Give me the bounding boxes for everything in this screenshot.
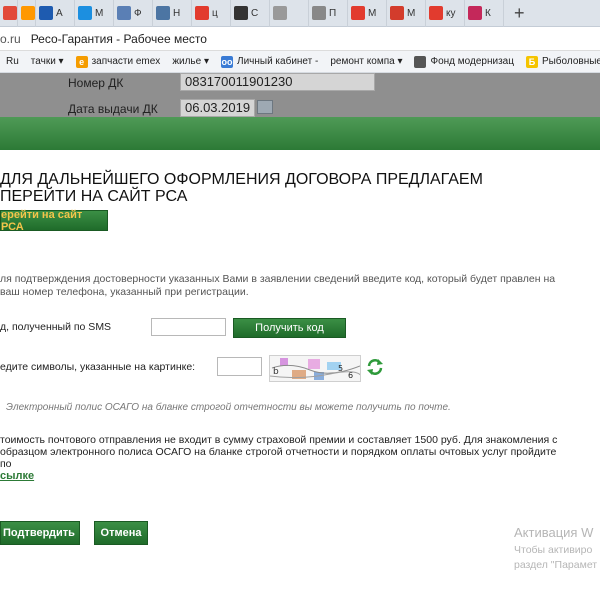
modal-header	[0, 117, 600, 150]
bookmark-label: тачки ▾	[30, 56, 64, 67]
dk-number-field[interactable]: 083170011901230	[180, 73, 375, 91]
tab-label: М	[407, 7, 416, 19]
svg-text:b: b	[273, 367, 279, 377]
bookmark-item[interactable]: e запчасти emex	[70, 55, 167, 68]
bookmark-label: Личный кабинет -	[237, 56, 319, 67]
activation-watermark-line: Чтобы активиро	[514, 544, 593, 556]
address-host[interactable]: o.ru	[0, 32, 21, 46]
bookmark-item[interactable]: Ru	[0, 56, 25, 67]
browser-tab[interactable]: П	[309, 0, 348, 27]
tab-favicon-icon	[234, 6, 248, 20]
captcha-label: едите символы, указанные на картинке:	[0, 361, 196, 373]
activation-watermark-line: раздел "Парамет	[514, 559, 598, 571]
tab-label: А	[56, 7, 63, 19]
bookmark-label: Фонд модернизац	[430, 56, 514, 67]
get-code-button[interactable]: Получить код	[233, 318, 346, 338]
tab-label: ц	[212, 7, 218, 19]
modal-heading: для дальнейшего оформления договора пред…	[0, 171, 483, 205]
tab-label: Ф	[134, 7, 142, 19]
browser-tab[interactable]: Ф	[114, 0, 153, 27]
browser-tab[interactable]: ку	[426, 0, 465, 27]
tab-favicon-icon	[156, 6, 170, 20]
browser-tab[interactable]	[0, 0, 18, 27]
bookmark-label: жилье ▾	[172, 56, 209, 67]
browser-tab[interactable]: Н	[153, 0, 192, 27]
tab-label: М	[368, 7, 377, 19]
browser-tab-strip: А М Ф Нц С П М Мку К +	[0, 0, 600, 27]
browser-tab[interactable]: С	[231, 0, 270, 27]
sms-code-input[interactable]	[151, 318, 226, 336]
tab-favicon-icon	[312, 6, 326, 20]
bookmarks-bar: Ru тачки ▾ e запчасти emex жилье ▾ oo Личный к…	[0, 51, 600, 73]
sms-code-label: д, полученный по SMS	[0, 321, 112, 333]
dk-number-label: Номер ДК	[68, 76, 124, 90]
tab-favicon-icon	[21, 6, 35, 20]
activation-watermark-title: Активация W	[514, 525, 594, 540]
bookmark-item[interactable]: жилье ▾	[166, 56, 215, 67]
verification-description: ля подтверждения достоверности указанных…	[0, 273, 556, 298]
bookmark-label: запчасти emex	[91, 56, 161, 67]
tab-favicon-icon	[351, 6, 365, 20]
modal-dialog: для дальнейшего оформления договора пред…	[0, 150, 600, 600]
tab-favicon-icon	[273, 6, 287, 20]
sample-policy-link[interactable]: сылке	[0, 470, 34, 482]
page-title: Ресо-Гарантия - Рабочее место	[30, 31, 207, 46]
shipping-info: тоимость почтового отправления не входит…	[0, 434, 558, 470]
cancel-button[interactable]: Отмена	[94, 521, 148, 545]
browser-tab[interactable]: М	[75, 0, 114, 27]
svg-text:5: 5	[338, 364, 343, 373]
browser-tab[interactable]: М	[348, 0, 387, 27]
browser-tab[interactable]	[18, 0, 36, 27]
bookmark-item[interactable]: ремонт компа ▾	[324, 56, 408, 67]
browser-tab[interactable]: К	[465, 0, 504, 27]
bookmark-item[interactable]: Б Рыболовные	[520, 55, 600, 68]
bookmark-icon: e	[75, 55, 88, 68]
calendar-icon[interactable]	[257, 100, 273, 114]
address-bar[interactable]: o.ru Ресо-Гарантия - Рабочее место	[0, 27, 600, 51]
tab-favicon-icon	[78, 6, 92, 20]
browser-tab[interactable]: М	[387, 0, 426, 27]
svg-text:6: 6	[348, 371, 353, 380]
new-tab-button[interactable]: +	[504, 0, 535, 27]
bookmark-icon	[414, 55, 427, 68]
go-to-rsa-button[interactable]: ерейти на сайт РСА	[0, 209, 108, 233]
bookmark-item[interactable]: Фонд модернизац	[408, 55, 519, 68]
bookmark-item[interactable]: тачки ▾	[25, 56, 70, 67]
bookmark-label: Рыболовные	[541, 56, 600, 67]
bookmark-label: ремонт компа ▾	[330, 56, 403, 67]
bookmark-label: Ru	[6, 56, 19, 67]
tab-favicon-icon	[429, 6, 443, 20]
tab-label: С	[251, 7, 259, 19]
tab-favicon-icon	[117, 6, 131, 20]
tab-label: ку	[446, 7, 456, 19]
tab-label: М	[95, 7, 104, 19]
tab-label: К	[485, 7, 491, 19]
tab-label: П	[329, 7, 337, 19]
tab-favicon-icon	[39, 6, 53, 20]
mail-policy-note: Электронный полис ОСАГО на бланке строго…	[6, 402, 451, 413]
browser-tab[interactable]: ц	[192, 0, 231, 27]
captcha-image: b 5 6	[269, 355, 361, 382]
dk-date-field[interactable]: 06.03.2019	[180, 99, 255, 117]
tab-favicon-icon	[468, 6, 482, 20]
bookmark-item[interactable]: oo Личный кабинет -	[215, 55, 324, 68]
tab-label: Н	[173, 7, 181, 19]
dk-date-label: Дата выдачи ДК	[68, 102, 158, 116]
tab-favicon-icon	[390, 6, 404, 20]
tab-favicon-icon	[3, 6, 17, 20]
confirm-button[interactable]: Подтвердить	[0, 521, 80, 545]
bookmark-icon: Б	[525, 55, 538, 68]
refresh-captcha-icon[interactable]	[366, 358, 384, 376]
browser-tab[interactable]	[270, 0, 309, 27]
browser-tab[interactable]: А	[36, 0, 75, 27]
bookmark-icon: oo	[221, 55, 233, 68]
captcha-input[interactable]	[217, 357, 262, 376]
tab-favicon-icon	[195, 6, 209, 20]
